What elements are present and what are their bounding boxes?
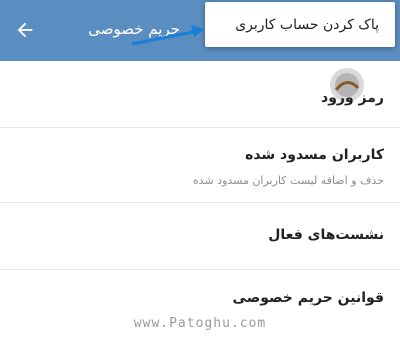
privacy-policy-item-label: قوانین حریم خصوصی [232,290,384,306]
passcode-item[interactable]: رمز ورود [0,61,400,128]
page-title: حریم خصوصی [88,20,180,38]
passcode-item-label: رمز ورود [321,90,384,106]
privacy-policy-item[interactable]: قوانین حریم خصوصی [0,270,400,350]
blocked-users-item[interactable]: کاربران مسدود شده حذف و اضافه لیست کاربر… [0,128,400,203]
watermark-text: www.Patoghu.com [133,316,267,331]
delete-account-menu-item[interactable]: پاک کردن حساب کاربری [235,17,379,33]
active-sessions-item[interactable]: نشست‌های فعال [0,203,400,270]
blocked-users-item-label: کاربران مسدود شده [245,147,384,163]
delete-account-menu[interactable]: پاک کردن حساب کاربری [205,2,395,47]
active-sessions-item-label: نشست‌های فعال [268,227,384,243]
arrow-back-icon[interactable] [14,19,36,41]
blocked-users-item-subtitle: حذف و اضافه لیست کاربران مسدود شده [192,174,384,187]
